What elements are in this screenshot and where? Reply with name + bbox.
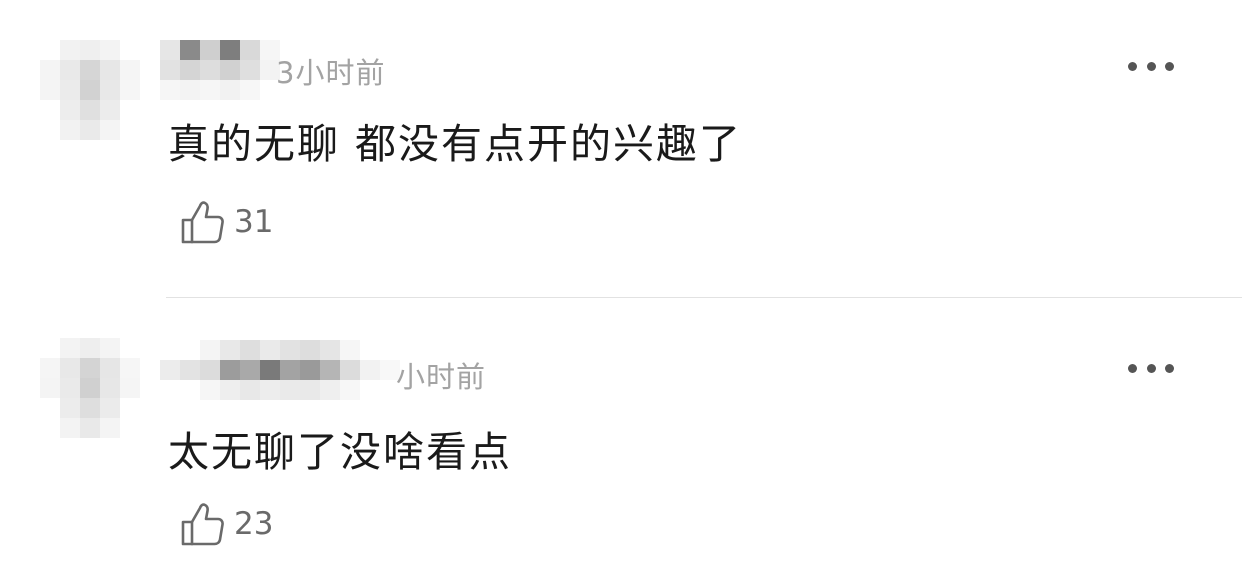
more-dots-icon-dot [1165,61,1174,71]
like-count: 31 [234,204,274,240]
comment-timestamp: 小时前 [396,360,487,394]
thumbs-up-icon [180,500,226,548]
comment-item: 3小时前 真的无聊 都没有点开的兴趣了 31 [0,0,1242,297]
more-dots-icon [1128,363,1137,373]
more-dots-icon [1128,61,1137,71]
comment-text: 太无聊了没啥看点 [168,428,512,476]
thumbs-up-icon [180,198,226,246]
more-options-button[interactable] [1128,358,1174,378]
avatar[interactable] [40,40,140,140]
more-dots-icon-dot [1165,363,1174,373]
like-button[interactable]: 31 [180,198,273,246]
avatar[interactable] [40,338,140,438]
comment-timestamp: 3小时前 [276,56,386,90]
more-options-button[interactable] [1128,56,1174,76]
comment-item: 小时前 太无聊了没啥看点 23 [0,298,1242,585]
more-dots-icon-dot [1146,363,1156,373]
username-pixelated[interactable] [160,40,280,100]
comment-text: 真的无聊 都没有点开的兴趣了 [168,120,743,168]
comment-list: 3小时前 真的无聊 都没有点开的兴趣了 31 小时前 太无聊了没啥看点 23 [0,0,1242,585]
like-button[interactable]: 23 [180,500,273,548]
more-dots-icon-dot [1146,61,1156,71]
username-pixelated[interactable] [160,340,400,400]
like-count: 23 [234,506,274,542]
